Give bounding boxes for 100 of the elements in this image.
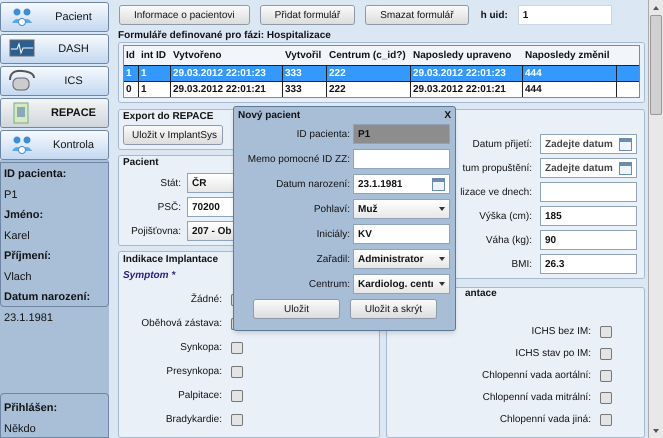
field-label: lizace ve dnech: (460, 186, 532, 198)
info-value: Někdo (4, 422, 37, 436)
table-cell: 29.03.2012 22:01:21 (411, 82, 523, 97)
dialog-button[interactable]: Uložit (253, 299, 340, 319)
input-field[interactable]: P1 (353, 124, 450, 144)
field-label: tum propuštění: (462, 162, 532, 174)
field-label: Datum přijetí: (472, 138, 532, 150)
column-header[interactable]: Vytvořeno (171, 46, 283, 65)
checkbox-label: Chlopenní vada mitrální: (482, 391, 591, 404)
caret-icon (439, 282, 445, 286)
column-header[interactable]: Naposledy upraveno (411, 46, 523, 65)
field-label: ID pacienta: (296, 128, 350, 142)
column-header[interactable]: Vytvořil (283, 46, 327, 65)
group-legend: Pacient (119, 156, 159, 169)
input-field[interactable]: 26.3 (540, 254, 637, 274)
nav-tab[interactable]: DASH (0, 34, 109, 64)
info-value: Karel (4, 228, 31, 244)
checkbox-label: Chlopenní vada jiná: (498, 413, 591, 426)
subheading: Symptom * (123, 269, 176, 282)
table-cell: 1 (139, 82, 171, 97)
field-label: Memo pomocné ID ZZ: (246, 152, 350, 166)
dialog-title: Nový pacient (238, 109, 300, 123)
dropdown[interactable]: Kardiolog. centı (353, 274, 450, 294)
checkbox-label: Bradykardie: (164, 413, 222, 426)
toolbar-button[interactable]: Přidat formulář (260, 5, 356, 25)
close-button[interactable]: X (444, 108, 451, 123)
nav-tab[interactable]: Pacient (0, 2, 109, 32)
checkbox[interactable] (231, 366, 243, 378)
input-field[interactable]: 90 (540, 230, 637, 250)
date-field[interactable]: Zadejte datum (540, 134, 637, 154)
date-field[interactable]: 23.1.1981 (353, 174, 450, 194)
save-button[interactable]: Uložit v ImplantSys (123, 125, 223, 145)
field-label: Datum narození: (275, 178, 350, 192)
group-legend: antace (465, 287, 497, 300)
field-label: Výška (cm): (479, 210, 532, 222)
field-label: Iniciály: (316, 228, 350, 242)
table-cell: 444 (523, 82, 617, 97)
info-value: 23.1.1981 (4, 310, 54, 326)
dropdown[interactable]: Administrator (353, 249, 450, 269)
table-cell: 333 (283, 82, 327, 97)
field-label: PSČ: (156, 200, 181, 214)
nav-tab[interactable]: ICS (0, 66, 109, 96)
checkbox-label: ICHS stav po IM: (514, 347, 591, 360)
monitor-icon (9, 39, 35, 59)
checkbox[interactable] (600, 370, 612, 382)
column-header[interactable]: Id (124, 46, 139, 65)
field-label: Stát: (159, 176, 181, 190)
toolbar-button[interactable]: Smazat formulář (365, 5, 469, 25)
group-legend: Export do REPACE (123, 110, 214, 123)
people-icon (11, 135, 33, 155)
field-label: Pojišťovna: (130, 224, 181, 238)
info-label: Datum narození: (4, 290, 92, 305)
field-label: Váha (kg): (486, 234, 532, 246)
input-field[interactable]: KV (353, 224, 450, 244)
dialog-button[interactable]: Uložit a skrýt (350, 299, 437, 319)
dropdown[interactable]: Muž (353, 199, 450, 219)
info-label: ID pacienta: (4, 167, 68, 182)
column-header[interactable]: int ID (139, 46, 171, 65)
info-label: Přihlášen: (4, 401, 58, 416)
caret-icon (439, 257, 445, 261)
field-label: Zařadil: (316, 252, 350, 266)
checkbox[interactable] (231, 414, 243, 426)
checkbox[interactable] (600, 392, 612, 404)
table-cell: 222 (327, 82, 411, 97)
checkbox-label: Oběhová zástava: (140, 317, 222, 330)
table-row[interactable]: 0 1 29.03.2012 22:01:21 333 222 29.03.2012 22:01:21 444 (124, 81, 639, 97)
column-header[interactable]: Naposledy změnil (523, 46, 617, 65)
checkbox-label: Palpitace: (177, 389, 222, 402)
table-cell: 0 (124, 82, 139, 97)
scroll-thumb[interactable] (650, 15, 662, 115)
checkbox[interactable] (600, 326, 612, 338)
checkbox[interactable] (600, 414, 612, 426)
input-field[interactable]: 185 (540, 206, 637, 226)
section-title: Formuláře definované pro fázi: Hospitalizace (118, 29, 331, 42)
input-field[interactable] (353, 149, 450, 169)
input-field[interactable] (540, 182, 637, 202)
info-label: Jméno: (4, 208, 44, 223)
group-legend: Indikace Implantace (119, 253, 218, 266)
table-cell: 29.03.2012 22:01:21 (171, 82, 283, 97)
people-icon (11, 7, 33, 27)
field-label: h uid: (480, 8, 508, 22)
input-field[interactable]: 1 (518, 5, 612, 25)
checkbox[interactable] (231, 342, 243, 354)
toolbar-button[interactable]: Informace o pacientovi (119, 5, 250, 25)
checkbox[interactable] (600, 348, 612, 360)
caret-icon (439, 207, 445, 211)
field-label: Centrum: (308, 278, 350, 292)
nav-tab[interactable]: REPACE (0, 98, 109, 128)
field-label: Pohlaví: (312, 202, 350, 216)
info-label: Příjmení: (4, 249, 52, 264)
column-header[interactable]: Centrum (c_id?) (327, 46, 411, 65)
checkbox[interactable] (231, 390, 243, 402)
calendar-icon (619, 138, 632, 150)
nav-tab[interactable]: Kontrola (0, 130, 109, 160)
date-field[interactable]: Zadejte datum (540, 158, 637, 178)
checkbox-label: Chlopenní vada aortální: (481, 369, 591, 382)
checkbox-label: Žádné: (190, 293, 222, 306)
scrollbar[interactable] (648, 0, 663, 438)
info-value: Vlach (4, 270, 33, 284)
info-value: P1 (4, 188, 18, 202)
